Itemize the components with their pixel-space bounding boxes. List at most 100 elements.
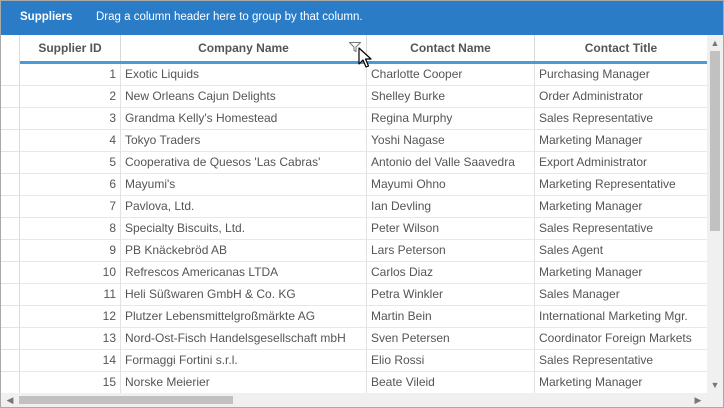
cell-id[interactable]: 6	[20, 174, 121, 196]
row-indicator-column	[1, 35, 20, 394]
cell-title[interactable]: Sales Representative	[535, 108, 707, 130]
vertical-scrollbar[interactable]: ▲ ▼	[707, 35, 723, 393]
cell-contact[interactable]: Mayumi Ohno	[367, 174, 535, 196]
cell-company[interactable]: Refrescos Americanas LTDA	[121, 262, 367, 284]
scroll-right-icon[interactable]: ▶	[691, 393, 705, 407]
cell-title[interactable]: Sales Representative	[535, 350, 707, 372]
cell-title[interactable]: International Marketing Mgr.	[535, 306, 707, 328]
cell-company[interactable]: Specialty Biscuits, Ltd.	[121, 218, 367, 240]
cell-contact[interactable]: Carlos Diaz	[367, 262, 535, 284]
cell-company[interactable]: Pavlova, Ltd.	[121, 196, 367, 218]
cell-title[interactable]: Marketing Manager	[535, 196, 707, 218]
cell-title[interactable]: Coordinator Foreign Markets	[535, 328, 707, 350]
cell-id[interactable]: 14	[20, 350, 121, 372]
cell-title[interactable]: Order Administrator	[535, 86, 707, 108]
cell-company[interactable]: Nord-Ost-Fisch Handelsgesellschaft mbH	[121, 328, 367, 350]
cell-contact[interactable]: Beate Vileid	[367, 372, 535, 393]
row-indicator-divider	[1, 283, 19, 284]
row-indicator-divider	[1, 261, 19, 262]
cell-contact[interactable]: Elio Rossi	[367, 350, 535, 372]
scroll-up-icon[interactable]: ▲	[707, 35, 723, 51]
row-indicator-divider	[1, 151, 19, 152]
cell-title[interactable]: Sales Representative	[535, 218, 707, 240]
group-panel-hint: Drag a column header here to group by th…	[96, 11, 363, 23]
cell-id[interactable]: 4	[20, 130, 121, 152]
cell-company[interactable]: Formaggi Fortini s.r.l.	[121, 350, 367, 372]
row-indicator-divider	[1, 217, 19, 218]
table-row[interactable]: 3 Grandma Kelly's Homestead Regina Murphy S…	[20, 108, 707, 130]
column-header-contact-name[interactable]: Contact Name	[367, 35, 535, 61]
cell-company[interactable]: New Orleans Cajun Delights	[121, 86, 367, 108]
table-row[interactable]: 2 New Orleans Cajun Delights Shelley Burke…	[20, 86, 707, 108]
cell-id[interactable]: 12	[20, 306, 121, 328]
table-row[interactable]: 8 Specialty Biscuits, Ltd. Peter Wilson Sal…	[20, 218, 707, 240]
table-row[interactable]: 9 PB Knäckebröd AB Lars Peterson Sales Agen…	[20, 240, 707, 262]
table-row[interactable]: 15 Norske Meierier Beate Vileid Marketing M…	[20, 372, 707, 393]
cell-company[interactable]: Norske Meierier	[121, 372, 367, 393]
cell-title[interactable]: Sales Agent	[535, 240, 707, 262]
row-indicator-divider	[1, 327, 19, 328]
cell-company[interactable]: Exotic Liquids	[121, 64, 367, 86]
cell-title[interactable]: Sales Manager	[535, 284, 707, 306]
cell-title[interactable]: Marketing Representative	[535, 174, 707, 196]
table-row[interactable]: 12 Plutzer Lebensmittelgroßmärkte AG Marti…	[20, 306, 707, 328]
cell-title[interactable]: Purchasing Manager	[535, 64, 707, 86]
cell-id[interactable]: 3	[20, 108, 121, 130]
cell-id[interactable]: 7	[20, 196, 121, 218]
cell-contact[interactable]: Lars Peterson	[367, 240, 535, 262]
cell-company[interactable]: Heli Süßwaren GmbH & Co. KG	[121, 284, 367, 306]
cell-title[interactable]: Export Administrator	[535, 152, 707, 174]
cell-id[interactable]: 13	[20, 328, 121, 350]
cell-company[interactable]: Cooperativa de Quesos 'Las Cabras'	[121, 152, 367, 174]
cell-contact[interactable]: Shelley Burke	[367, 86, 535, 108]
table-row[interactable]: 11 Heli Süßwaren GmbH & Co. KG Petra Winkl…	[20, 284, 707, 306]
cell-contact[interactable]: Charlotte Cooper	[367, 64, 535, 86]
horizontal-scrollbar[interactable]: ◀ ▶	[1, 393, 707, 407]
table-row[interactable]: 13 Nord-Ost-Fisch Handelsgesellschaft mbH…	[20, 328, 707, 350]
scroll-left-icon[interactable]: ◀	[3, 393, 17, 407]
cell-company[interactable]: Mayumi's	[121, 174, 367, 196]
row-indicator-divider	[1, 129, 19, 130]
cell-company[interactable]: Grandma Kelly's Homestead	[121, 108, 367, 130]
table-row[interactable]: 4 Tokyo Traders Yoshi Nagase Marketing Mana…	[20, 130, 707, 152]
cell-contact[interactable]: Antonio del Valle Saavedra	[367, 152, 535, 174]
table-row[interactable]: 6 Mayumi's Mayumi Ohno Marketing Representa…	[20, 174, 707, 196]
suppliers-grid: Suppliers Drag a column header here to g…	[0, 0, 724, 408]
cell-contact[interactable]: Sven Petersen	[367, 328, 535, 350]
table-row[interactable]: 10 Refrescos Americanas LTDA Carlos Diaz Ma…	[20, 262, 707, 284]
cell-id[interactable]: 5	[20, 152, 121, 174]
cell-company[interactable]: PB Knäckebröd AB	[121, 240, 367, 262]
row-indicator-divider	[1, 85, 19, 86]
vertical-scroll-thumb[interactable]	[710, 51, 720, 231]
cell-id[interactable]: 11	[20, 284, 121, 306]
group-panel[interactable]: Suppliers Drag a column header here to g…	[1, 1, 723, 35]
cell-id[interactable]: 15	[20, 372, 121, 393]
column-header-contact-title[interactable]: Contact Title	[535, 35, 707, 61]
column-header-company-name[interactable]: Company Name	[121, 35, 367, 61]
cell-contact[interactable]: Yoshi Nagase	[367, 130, 535, 152]
cell-id[interactable]: 10	[20, 262, 121, 284]
table-row[interactable]: 14 Formaggi Fortini s.r.l. Elio Rossi Sales…	[20, 350, 707, 372]
cell-title[interactable]: Marketing Manager	[535, 130, 707, 152]
cell-company[interactable]: Tokyo Traders	[121, 130, 367, 152]
table-row[interactable]: 5 Cooperativa de Quesos 'Las Cabras' Anton…	[20, 152, 707, 174]
cell-contact[interactable]: Martin Bein	[367, 306, 535, 328]
table-row[interactable]: 7 Pavlova, Ltd. Ian Devling Marketing Manag…	[20, 196, 707, 218]
cell-id[interactable]: 8	[20, 218, 121, 240]
cell-contact[interactable]: Peter Wilson	[367, 218, 535, 240]
column-header-supplier-id[interactable]: Supplier ID	[20, 35, 121, 61]
cell-id[interactable]: 9	[20, 240, 121, 262]
row-indicator-divider	[1, 305, 19, 306]
cell-contact[interactable]: Regina Murphy	[367, 108, 535, 130]
cell-contact[interactable]: Petra Winkler	[367, 284, 535, 306]
cell-contact[interactable]: Ian Devling	[367, 196, 535, 218]
row-indicator-divider	[1, 107, 19, 108]
cell-title[interactable]: Marketing Manager	[535, 262, 707, 284]
cell-title[interactable]: Marketing Manager	[535, 372, 707, 393]
row-indicator-divider	[1, 239, 19, 240]
cell-id[interactable]: 2	[20, 86, 121, 108]
scroll-down-icon[interactable]: ▼	[707, 377, 723, 393]
cell-id[interactable]: 1	[20, 64, 121, 86]
cell-company[interactable]: Plutzer Lebensmittelgroßmärkte AG	[121, 306, 367, 328]
horizontal-scroll-thumb[interactable]	[19, 396, 233, 404]
